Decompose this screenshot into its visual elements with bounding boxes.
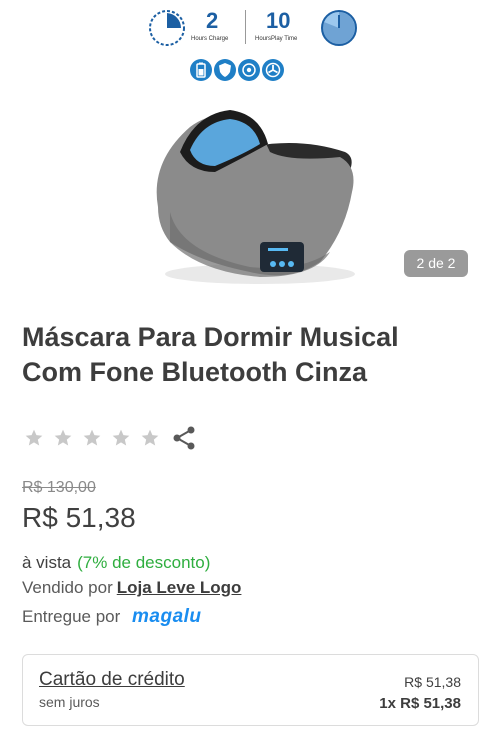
promo-banner: 2 Hours Charge 10 HoursPlay Time	[145, 6, 365, 50]
star-icon	[54, 429, 72, 446]
product-title: Máscara Para Dormir Musical Com Fone Blu…	[22, 320, 482, 390]
star-icon	[83, 429, 101, 446]
fan-icon	[262, 59, 284, 81]
speaker-icon	[238, 59, 260, 81]
hours-charge-value: 2	[206, 8, 219, 33]
share-icon[interactable]	[170, 424, 198, 452]
payment-total: R$ 51,38	[404, 674, 461, 690]
original-price: R$ 130,00	[22, 479, 96, 496]
hours-charge-caption: Hours Charge	[191, 36, 229, 42]
delivery-line: Entregue por magalu	[22, 606, 201, 627]
payment-installment: 1x R$ 51,38	[379, 695, 461, 712]
hours-play-value: 10	[266, 8, 291, 33]
feature-icons	[190, 59, 300, 83]
clock-icon	[149, 10, 185, 46]
battery-icon	[190, 59, 212, 81]
product-image-carousel[interactable]: 2 Hours Charge 10 HoursPlay Time 2 de 2	[0, 0, 500, 300]
star-icon	[141, 429, 159, 446]
product-photo	[156, 110, 355, 284]
payment-method-title[interactable]: Cartão de crédito	[39, 669, 185, 691]
cash-label: à vista	[22, 553, 72, 572]
payment-option-card[interactable]: Cartão de crédito sem juros R$ 51,38 1x …	[22, 654, 479, 726]
sold-by-label: Vendido por	[22, 578, 113, 597]
payment-method-subtitle: sem juros	[39, 694, 100, 710]
magalu-logo: magalu	[132, 606, 202, 627]
seller-line: Vendido por Loja Leve Logo	[22, 578, 241, 598]
star-icon	[112, 429, 130, 446]
star-icon	[25, 429, 43, 446]
discount-label: (7% de desconto)	[77, 553, 211, 572]
hours-play-caption: HoursPlay Time	[255, 36, 298, 42]
promo-divider	[245, 10, 246, 44]
current-price: R$ 51,38	[22, 502, 136, 533]
shield-icon	[214, 59, 236, 81]
timer-icon	[321, 10, 357, 46]
delivered-by-label: Entregue por	[22, 607, 121, 626]
image-counter: 2 de 2	[404, 250, 468, 277]
cash-payment-line: à vista (7% de desconto)	[22, 553, 210, 573]
seller-link[interactable]: Loja Leve Logo	[117, 578, 242, 597]
product-title-line2: Com Fone Bluetooth Cinza	[22, 357, 367, 387]
product-title-line1: Máscara Para Dormir Musical	[22, 322, 399, 352]
